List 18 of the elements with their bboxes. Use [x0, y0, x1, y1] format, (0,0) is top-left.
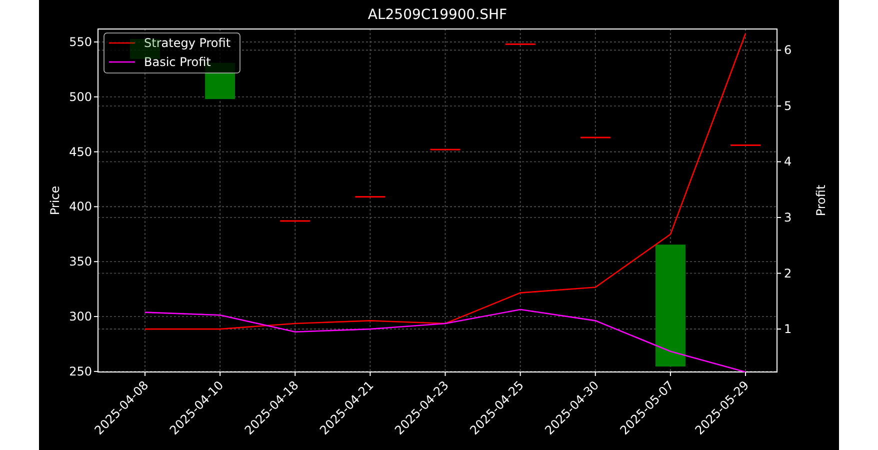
axis-tick-label: 4	[784, 154, 792, 169]
axis-tick-label: 6	[784, 43, 792, 58]
axis-tick-label: 3	[784, 210, 792, 224]
axis-tick-label: 400	[69, 200, 92, 214]
axis-tick-label: 5	[784, 98, 792, 113]
axis-tick-label: 450	[69, 144, 92, 159]
chart-title: AL2509C19900.SHF	[368, 7, 508, 23]
axis-tick-label: 500	[69, 90, 92, 104]
legend-label: Basic Profit	[144, 55, 211, 69]
axis-tick-label: 2	[784, 266, 792, 280]
axis-tick-label: 250	[69, 364, 92, 378]
axis-title: Price	[48, 186, 62, 216]
axis-title: Profit	[814, 184, 828, 216]
legend-label: Strategy Profit	[144, 36, 231, 50]
axis-tick-label: 1	[784, 322, 792, 336]
axis-tick-label: 300	[69, 310, 92, 324]
axis-tick-label: 350	[69, 254, 92, 269]
axis-tick-label: 550	[69, 34, 92, 49]
